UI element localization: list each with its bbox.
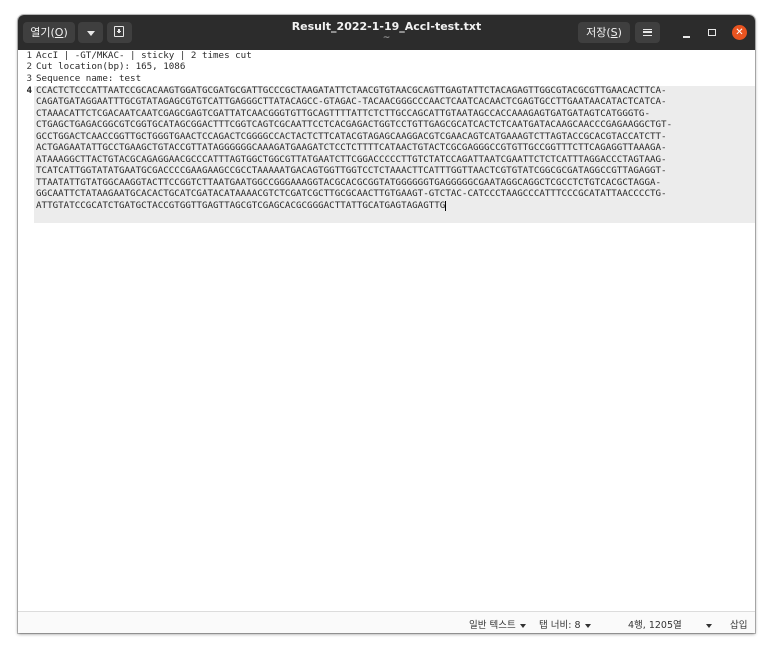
sequence-line[interactable]: GCCTGGACTCAACCGGTTGCTGGGTGAACTCCAGACTCGG… (36, 131, 667, 143)
syntax-selector[interactable]: 일반 텍스트 (469, 617, 526, 631)
tab-width-selector[interactable]: 탭 너비: 8 (539, 617, 591, 631)
text-line[interactable]: Sequence name: test (36, 73, 141, 85)
sequence-line-text: ATTGTATCCGCATCTGATGCTACCGTGGTTGAGTTAGCGT… (36, 200, 446, 211)
text-cursor (445, 201, 447, 211)
save-label-close: ) (617, 26, 622, 39)
line-number-gutter: 1 2 3 4 (18, 50, 34, 611)
insert-mode-indicator[interactable]: 삽입 (730, 617, 747, 631)
close-icon: ✕ (735, 27, 744, 38)
save-mnemonic: S (610, 26, 618, 39)
window-title: Result_2022-1-19_AccI-test.txt (291, 20, 482, 33)
save-label: 저장( (586, 26, 611, 39)
header-bar: 열기(O) Result_2022-1-19_AccI-test.txt ~ 저… (18, 15, 755, 50)
window-subtitle: ~ (382, 33, 391, 43)
open-button[interactable]: 열기(O) (23, 22, 75, 43)
chevron-down-icon (519, 623, 526, 628)
text-line[interactable]: AccI | -GT/MKAC- | sticky | 2 times cut (36, 50, 252, 62)
sequence-line[interactable]: GGCAATTCTATAAGAATGCACACTGCATCGATACATAAAA… (36, 188, 667, 200)
close-button[interactable]: ✕ (732, 25, 747, 40)
sequence-line[interactable]: ATAAAGGCTTACTGTACGCAGAGGAACGCCCATTTAGTGG… (36, 154, 667, 166)
main-menu-button[interactable] (635, 22, 660, 43)
current-line-number: 4 (26, 85, 32, 96)
text-editor-window: 열기(O) Result_2022-1-19_AccI-test.txt ~ 저… (18, 15, 755, 633)
sequence-line[interactable]: ACTGAGAATATTGCCTGAAGCTGTACCGTTATAGGGGGGC… (36, 142, 667, 154)
sequence-line[interactable]: CTGAGCTGAGACGGCGTCGGTGCATAGCGGACTTTCGGTC… (36, 119, 672, 131)
chevron-down-icon (705, 623, 712, 628)
sequence-line[interactable]: ATTGTATCCGCATCTGATGCTACCGTGGTTGAGTTAGCGT… (36, 200, 447, 212)
maximize-button[interactable] (704, 25, 720, 41)
hamburger-menu-icon (643, 29, 652, 36)
line-number: 3 (26, 73, 32, 84)
chevron-down-icon (584, 623, 591, 628)
sequence-line[interactable]: TCATCATTGGTATATGAATGCGACCCCGAAGAAGCCGCCT… (36, 165, 667, 177)
sequence-line[interactable]: CTAAACATTCTCGACAATCAATCGAGCGAGTCGATTATCA… (36, 108, 650, 120)
chevron-down-icon (86, 30, 95, 36)
open-recent-dropdown[interactable] (78, 22, 103, 43)
open-label-close: ) (63, 26, 68, 39)
new-document-icon (114, 26, 124, 37)
sequence-line[interactable]: TTAATATTGTATGGCAAGGTACTTCCGGTCTTAATGAATG… (36, 177, 661, 189)
open-label: 열기( (30, 26, 55, 39)
new-document-button[interactable] (107, 22, 132, 43)
minimize-button[interactable] (679, 28, 695, 42)
sequence-line[interactable]: CCACTCTCCCATTAATCCGCACAAGTGGATGCGATGCGAT… (36, 85, 667, 97)
syntax-label: 일반 텍스트 (469, 620, 516, 631)
cursor-position-label: 4행, 1205열 (628, 620, 682, 631)
line-number: 1 (26, 50, 32, 61)
line-number: 2 (26, 61, 32, 72)
status-bar: 일반 텍스트 탭 너비: 8 4행, 1205열 삽입 (18, 611, 755, 633)
text-line[interactable]: Cut location(bp): 165, 1086 (36, 61, 185, 73)
text-view[interactable]: 1 2 3 4 AccI | -GT/MKAC- | sticky | 2 ti… (18, 50, 755, 611)
sequence-line[interactable]: CAGATGATAGGAATTTGCGTATAGAGCGTGTCATTGAGGG… (36, 96, 667, 108)
save-button[interactable]: 저장(S) (578, 22, 630, 43)
cursor-position-selector[interactable]: 4행, 1205열 (628, 617, 712, 631)
tab-width-label: 탭 너비: 8 (539, 620, 581, 631)
